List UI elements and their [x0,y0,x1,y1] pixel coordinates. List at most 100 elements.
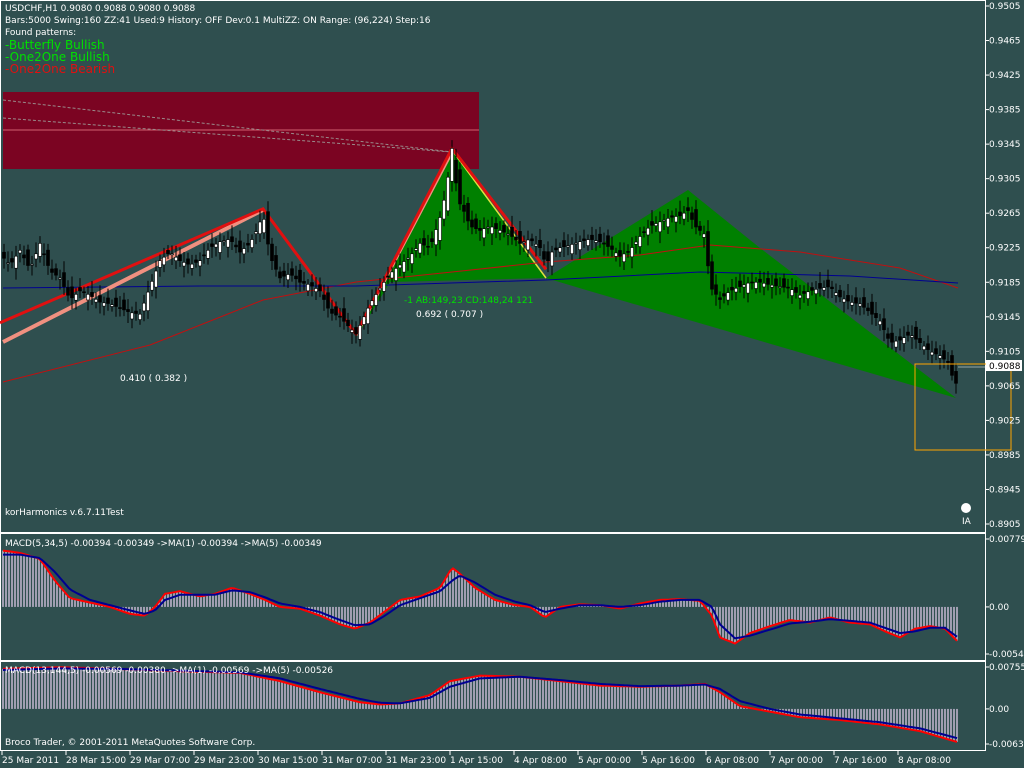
candle-body [198,260,202,267]
candle-body [850,302,854,306]
time-tick-label: 29 Mar 23:00 [194,756,254,766]
candle-body [210,243,214,247]
candle-body [226,239,230,248]
candle-body [382,282,386,292]
candle-body [222,240,226,242]
candle-body [626,251,630,253]
candle-body [326,292,330,309]
candle-body [870,301,874,315]
candle-body [10,258,14,263]
price-tick-label: 0.9065 [989,382,1021,392]
candle-body [170,253,174,256]
candle-body [638,236,642,247]
chart-window[interactable]: 0.9505 0.9465 0.9425 0.9385 0.9345 0.9305 0.92… [0,0,1024,768]
candle-body [78,287,82,292]
pattern-ratio-label-2: 0.410 ( 0.382 ) [120,374,188,384]
candle-body [406,257,410,260]
price-tick-label: 0.9385 [989,106,1021,116]
candle-body [278,271,282,279]
candle-body [146,291,150,311]
candle-body [318,284,322,292]
price-tick-label: 0.9505 [989,2,1021,12]
price-tick-label: 0.8945 [989,485,1021,495]
candle-body [18,250,22,254]
candle-body [606,235,610,247]
candle-body [418,243,422,254]
candle-body [826,279,830,288]
time-tick-label: 5 Apr 00:00 [578,756,631,766]
candle-body [654,223,658,227]
candle-body [142,302,146,312]
candle-body [582,238,586,241]
time-tick-label: 1 Apr 15:00 [450,756,503,766]
candle-body [274,255,278,270]
candle-body [470,219,474,228]
time-tick-label: 8 Apr 08:00 [898,756,951,766]
pink-band-left [2,208,264,344]
price-tick-label: 0.8905 [989,520,1021,530]
candle-body [314,288,318,292]
time-tick-label: 7 Apr 00:00 [770,756,823,766]
candle-body [502,225,506,233]
candle-body [766,278,770,285]
price-tick-label: 0.9225 [989,244,1021,254]
candle-body [330,308,334,314]
pattern-one2one-bearish: -One2One Bearish [5,62,116,76]
current-price-label: 0.9088 [989,362,1021,372]
candle-body [238,240,242,253]
candle-body [946,361,950,363]
candle-body [394,268,398,281]
candle-body [726,292,730,301]
price-tick-label: 0.9025 [989,416,1021,426]
candle-body [118,307,122,309]
candle-body [122,299,126,311]
candle-body [230,236,234,242]
price-tick-label: 0.9105 [989,347,1021,357]
candle-body [154,270,158,288]
candle-body [322,294,326,300]
candle-body [666,218,670,228]
time-tick-label: 28 Mar 15:00 [66,756,126,766]
candle-body [674,216,678,223]
candle-body [682,212,686,220]
candle-body [234,244,238,248]
macd1-tick-label: -0.0054 [989,650,1024,660]
candle-body [642,231,646,233]
candle-body [602,242,606,245]
candle-body [102,302,106,307]
candle-body [498,230,502,234]
candle-body [614,252,618,257]
candle-body [430,238,434,242]
candle-body [6,262,10,265]
candle-body [530,238,534,242]
candle-body [866,307,870,312]
candle-body [802,291,806,294]
candle-body [542,251,546,260]
candle-body [846,295,850,302]
candle-body [598,233,602,242]
candle-body [714,284,718,295]
candle-body [458,169,462,205]
candle-body [106,297,110,304]
candle-body [158,260,162,268]
price-tick-label: 0.9265 [989,209,1021,219]
candle-body [454,160,458,184]
candle-body [90,292,94,297]
candle-body [34,253,38,260]
candle-body [374,294,378,306]
candle-body [486,226,490,229]
candle-body [782,278,786,288]
candle-body [798,294,802,299]
candle-body [774,278,778,287]
time-tick-label: 25 Mar 2011 [2,756,59,766]
candle-body [670,215,674,218]
candle-body [762,283,766,288]
candle-body [586,239,590,246]
candle-body [622,253,626,263]
candle-body [298,269,302,283]
candle-body [730,286,734,291]
candle-body [522,241,526,243]
copyright-text: Broco Trader, © 2001-2011 MetaQuotes Sof… [5,738,256,748]
candle-body [134,310,138,314]
candle-body [562,240,566,247]
